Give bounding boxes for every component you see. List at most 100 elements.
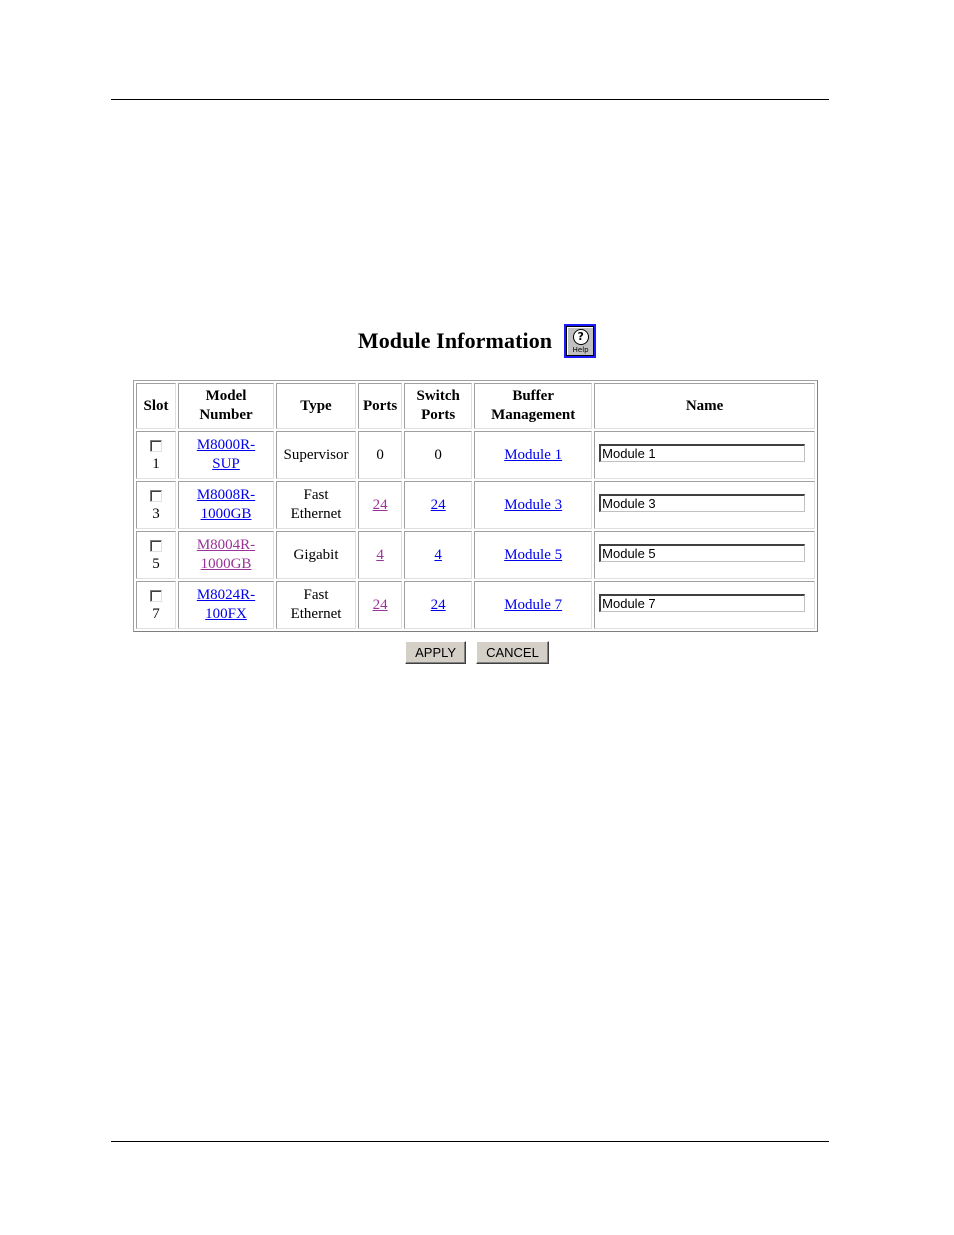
- buffer-management-cell: Module 5: [474, 531, 593, 579]
- help-button[interactable]: ? Help: [564, 324, 597, 358]
- model-line1: M8000R-: [196, 437, 256, 453]
- switch-ports-link[interactable]: 4: [434, 547, 442, 563]
- slot-checkbox[interactable]: [150, 439, 162, 452]
- type-line1: Fast: [303, 587, 329, 603]
- slot-cell: 1: [136, 431, 176, 479]
- table-row: 3 M8008R- 1000GB Fast Ethernet 24 24 Modul…: [136, 481, 815, 529]
- buffer-management-cell: Module 1: [474, 431, 593, 479]
- help-icon: ? Help: [567, 327, 594, 355]
- page-title: Module Information: [357, 328, 553, 353]
- header-slot: Slot: [136, 383, 176, 429]
- slot-checkbox[interactable]: [150, 589, 162, 602]
- switch-ports-link[interactable]: 24: [431, 497, 446, 513]
- header-buffer-line2: Management: [491, 407, 576, 423]
- switch-ports-link[interactable]: 24: [431, 597, 446, 613]
- buffer-management-link[interactable]: Module 5: [504, 547, 562, 563]
- switch-ports-cell: 0: [404, 431, 473, 479]
- model-line1: M8024R-: [196, 587, 256, 603]
- buffer-management-link[interactable]: Module 3: [504, 497, 562, 513]
- switch-ports-cell: 4: [404, 531, 473, 579]
- slot-cell: 5: [136, 531, 176, 579]
- header-switch-line2: Ports: [421, 407, 456, 423]
- slot-cell: 3: [136, 481, 176, 529]
- switch-ports-cell: 24: [404, 481, 473, 529]
- ports-value: 0: [376, 446, 384, 463]
- table-row: 1 M8000R- SUP Supervisor 0 0 Module 1: [136, 431, 815, 479]
- help-label: Help: [572, 346, 589, 354]
- model-number-link[interactable]: M8008R- 1000GB: [197, 487, 255, 522]
- slot-number: 7: [152, 606, 160, 622]
- type-line1: Fast: [303, 487, 329, 503]
- question-mark-icon: ?: [572, 329, 589, 345]
- cancel-button[interactable]: CANCEL: [476, 641, 549, 664]
- type-line1: Supervisor: [283, 446, 349, 463]
- header-model-line1: Model: [205, 388, 247, 404]
- header-switch-ports: Switch Ports: [404, 383, 473, 429]
- ports-link[interactable]: 4: [376, 547, 384, 563]
- header-buffer-management: Buffer Management: [474, 383, 593, 429]
- header-type: Type: [276, 383, 356, 429]
- slot-checkbox[interactable]: [150, 489, 162, 502]
- header-switch-line1: Switch: [416, 388, 460, 404]
- module-name-input[interactable]: [599, 444, 806, 462]
- type-line1: Gigabit: [293, 546, 339, 563]
- name-cell: [594, 431, 815, 479]
- name-cell: [594, 481, 815, 529]
- title-row: Module Information ? Help: [0, 324, 954, 364]
- module-table: Slot Model Number Type Ports Switch Ports …: [133, 380, 818, 632]
- module-name-input[interactable]: [599, 594, 806, 612]
- type-cell: Fast Ethernet: [276, 581, 356, 629]
- model-line1: M8008R-: [196, 487, 256, 503]
- model-cell: M8000R- SUP: [178, 431, 274, 479]
- model-line2: SUP: [212, 456, 240, 472]
- model-number-link[interactable]: M8000R- SUP: [197, 437, 255, 472]
- buffer-management-cell: Module 7: [474, 581, 593, 629]
- header-name: Name: [594, 383, 815, 429]
- model-cell: M8024R- 100FX: [178, 581, 274, 629]
- slot-number: 1: [152, 456, 160, 472]
- ports-cell: 24: [358, 481, 403, 529]
- name-cell: [594, 531, 815, 579]
- buffer-management-link[interactable]: Module 7: [504, 597, 562, 613]
- model-line1: M8004R-: [196, 537, 256, 553]
- apply-button[interactable]: APPLY: [405, 641, 467, 664]
- model-number-link[interactable]: M8024R- 100FX: [197, 587, 255, 622]
- header-model-line2: Number: [199, 407, 253, 423]
- ports-cell: 0: [358, 431, 403, 479]
- buffer-management-link[interactable]: Module 1: [504, 447, 562, 463]
- button-row: APPLY CANCEL: [0, 641, 954, 664]
- buffer-management-cell: Module 3: [474, 481, 593, 529]
- model-cell: M8008R- 1000GB: [178, 481, 274, 529]
- model-line2: 1000GB: [200, 556, 252, 572]
- type-cell: Fast Ethernet: [276, 481, 356, 529]
- footer-rule: [111, 1141, 829, 1142]
- slot-number: 3: [152, 506, 160, 522]
- model-cell: M8004R- 1000GB: [178, 531, 274, 579]
- header-model-number: Model Number: [178, 383, 274, 429]
- slot-cell: 7: [136, 581, 176, 629]
- module-name-input[interactable]: [599, 544, 806, 562]
- type-line2: Ethernet: [290, 506, 342, 522]
- name-cell: [594, 581, 815, 629]
- header-ports: Ports: [358, 383, 403, 429]
- ports-link[interactable]: 24: [373, 497, 388, 513]
- header-rule: [111, 99, 829, 100]
- type-cell: Supervisor: [276, 431, 356, 479]
- model-number-link[interactable]: M8004R- 1000GB: [197, 537, 255, 572]
- table-row: 5 M8004R- 1000GB Gigabit 4 4 Module 5: [136, 531, 815, 579]
- type-line2: Ethernet: [290, 606, 342, 622]
- slot-number: 5: [152, 556, 160, 572]
- model-line2: 1000GB: [200, 506, 252, 522]
- table-row: 7 M8024R- 100FX Fast Ethernet 24 24 Module…: [136, 581, 815, 629]
- switch-ports-value: 0: [434, 446, 442, 463]
- switch-ports-cell: 24: [404, 581, 473, 629]
- header-row: Slot Model Number Type Ports Switch Ports …: [136, 383, 815, 429]
- module-name-input[interactable]: [599, 494, 806, 512]
- type-cell: Gigabit: [276, 531, 356, 579]
- ports-cell: 24: [358, 581, 403, 629]
- ports-link[interactable]: 24: [373, 597, 388, 613]
- model-line2: 100FX: [205, 606, 247, 622]
- header-buffer-line1: Buffer: [512, 388, 554, 404]
- slot-checkbox[interactable]: [150, 539, 162, 552]
- ports-cell: 4: [358, 531, 403, 579]
